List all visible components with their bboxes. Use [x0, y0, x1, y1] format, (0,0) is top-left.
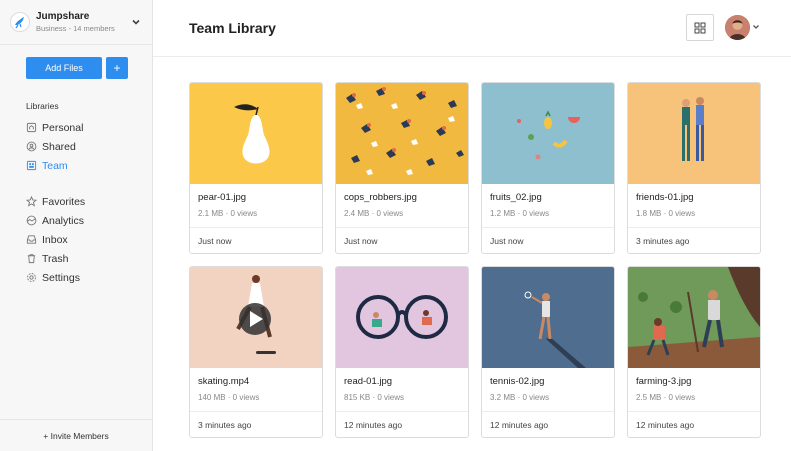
sidebar-item-personal[interactable]: Personal	[26, 118, 152, 137]
trash-icon	[27, 254, 36, 264]
sidebar-item-label: Favorites	[42, 195, 86, 208]
file-card[interactable]: skating.mp4 140 MB · 0 views 3 minutes a…	[189, 266, 323, 438]
file-time: Just now	[344, 236, 378, 246]
team-icon	[26, 160, 37, 171]
sidebar-item-label: Shared	[42, 140, 76, 153]
invite-members-button[interactable]: + Invite Members	[0, 419, 152, 451]
file-thumbnail	[336, 267, 468, 368]
sidebar-item-label: Team	[42, 159, 68, 172]
file-time: Just now	[490, 236, 524, 246]
file-name: pear-01.jpg	[198, 192, 247, 203]
file-meta: 1.2 MB · 0 views	[490, 209, 550, 218]
file-card[interactable]: friends-01.jpg 1.8 MB · 0 views 3 minute…	[627, 82, 761, 254]
libraries-heading: Libraries	[26, 101, 59, 111]
add-menu-button[interactable]: +	[106, 57, 128, 79]
file-meta: 1.8 MB · 0 views	[636, 209, 696, 218]
file-meta: 140 MB · 0 views	[198, 393, 260, 402]
file-time: Just now	[198, 236, 232, 246]
file-card[interactable]: read-01.jpg 815 KB · 0 views 12 minutes …	[335, 266, 469, 438]
sidebar-item-settings[interactable]: Settings	[26, 268, 152, 287]
sidebar-item-inbox[interactable]: Inbox	[26, 230, 152, 249]
grid-view-button[interactable]	[686, 14, 714, 41]
file-card[interactable]: fruits_02.jpg 1.2 MB · 0 views Just now	[481, 82, 615, 254]
file-thumbnail	[190, 83, 322, 184]
sidebar-item-team[interactable]: Team	[26, 156, 152, 175]
sidebar-item-label: Analytics	[42, 214, 85, 227]
file-card[interactable]: cops_robbers.jpg 2.4 MB · 0 views Just n…	[335, 82, 469, 254]
file-time: 12 minutes ago	[636, 420, 695, 430]
chevron-down-icon[interactable]	[752, 23, 760, 31]
file-thumbnail	[482, 267, 614, 368]
file-thumbnail	[190, 267, 322, 368]
header: Team Library	[153, 0, 791, 57]
sidebar-item-label: Settings	[42, 271, 80, 284]
file-name: read-01.jpg	[344, 376, 393, 387]
file-meta: 2.5 MB · 0 views	[636, 393, 696, 402]
file-card[interactable]: pear-01.jpg 2.1 MB · 0 views Just now	[189, 82, 323, 254]
home-icon	[26, 122, 37, 133]
shared-icon	[26, 141, 37, 152]
gear-icon	[27, 273, 36, 282]
inbox-icon	[26, 235, 37, 244]
add-files-button[interactable]: Add Files	[26, 57, 102, 79]
org-switcher[interactable]: Jumpshare Business - 14 members	[0, 0, 152, 45]
file-time: 3 minutes ago	[636, 236, 690, 246]
grid-icon	[694, 22, 706, 33]
file-thumbnail	[482, 83, 614, 184]
file-name: farming-3.jpg	[636, 376, 692, 387]
file-time: 3 minutes ago	[198, 420, 252, 430]
sidebar-item-analytics[interactable]: Analytics	[26, 211, 152, 230]
sidebar-item-favorites[interactable]: Favorites	[26, 192, 152, 211]
analytics-icon	[26, 215, 37, 226]
star-icon	[26, 196, 37, 207]
org-name: Jumpshare	[36, 11, 90, 22]
file-time: 12 minutes ago	[344, 420, 403, 430]
sidebar-item-label: Trash	[42, 252, 69, 265]
sidebar-item-label: Personal	[42, 121, 84, 134]
file-name: skating.mp4	[198, 376, 250, 387]
main-content: Team Library pear-01.jpg 2.1 MB · 0 view…	[153, 0, 791, 451]
file-thumbnail	[628, 83, 760, 184]
sidebar-item-label: Inbox	[42, 233, 68, 246]
file-card[interactable]: farming-3.jpg 2.5 MB · 0 views 12 minute…	[627, 266, 761, 438]
file-meta: 3.2 MB · 0 views	[490, 393, 550, 402]
sidebar-item-trash[interactable]: Trash	[26, 249, 152, 268]
file-meta: 2.4 MB · 0 views	[344, 209, 404, 218]
file-name: friends-01.jpg	[636, 192, 694, 203]
file-thumbnail	[336, 83, 468, 184]
avatar[interactable]	[725, 15, 750, 40]
file-card[interactable]: tennis-02.jpg 3.2 MB · 0 views 12 minute…	[481, 266, 615, 438]
file-meta: 815 KB · 0 views	[344, 393, 405, 402]
sidebar-item-shared[interactable]: Shared	[26, 137, 152, 156]
page-title: Team Library	[189, 20, 276, 36]
file-thumbnail	[628, 267, 760, 368]
org-subtitle: Business - 14 members	[36, 24, 115, 33]
file-name: cops_robbers.jpg	[344, 192, 417, 203]
file-name: tennis-02.jpg	[490, 376, 545, 387]
chevron-down-icon[interactable]	[130, 16, 142, 28]
file-time: 12 minutes ago	[490, 420, 549, 430]
file-name: fruits_02.jpg	[490, 192, 542, 203]
jumpshare-logo-icon	[10, 12, 30, 32]
sidebar: Jumpshare Business - 14 members Add File…	[0, 0, 153, 451]
file-meta: 2.1 MB · 0 views	[198, 209, 258, 218]
